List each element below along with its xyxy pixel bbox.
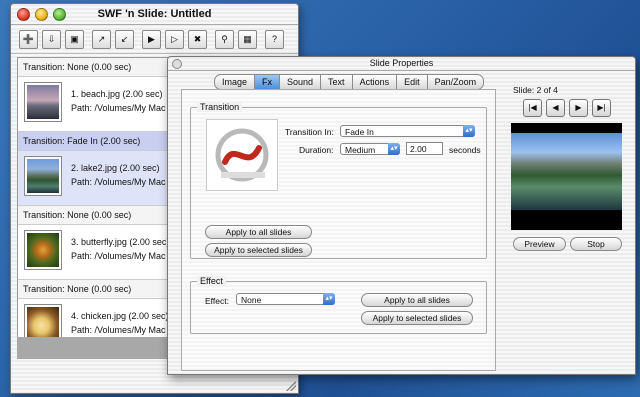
first-slide-icon[interactable]: |◀ bbox=[523, 99, 542, 117]
next-slide-icon[interactable]: ▶ bbox=[569, 99, 588, 117]
effect-popup[interactable]: None ▴▾ bbox=[236, 293, 335, 305]
help-icon[interactable]: ? bbox=[265, 29, 284, 49]
apply-all-transition-button[interactable]: Apply to all slides bbox=[205, 225, 312, 239]
apply-selected-transition-button[interactable]: Apply to selected slides bbox=[205, 243, 312, 257]
seconds-label: seconds bbox=[449, 145, 481, 155]
zoom-in-icon[interactable]: ↗ bbox=[92, 29, 111, 49]
properties-titlebar[interactable]: Slide Properties bbox=[168, 57, 635, 71]
window-title: SWF 'n Slide: Untitled bbox=[97, 8, 212, 20]
new-slide-icon[interactable]: ➕ bbox=[19, 29, 38, 49]
slide-properties-panel: Slide Properties Image Fx Sound Text Act… bbox=[167, 56, 636, 375]
slide-list[interactable]: Transition: None (0.00 sec) 1. beach.jpg… bbox=[17, 57, 169, 359]
slide-path: Path: /Volumes/My Mac bbox=[71, 103, 166, 113]
previous-slide-icon[interactable]: ◀ bbox=[546, 99, 565, 117]
resize-grip-icon[interactable] bbox=[286, 381, 296, 391]
slide-path: Path: /Volumes/My Mac bbox=[71, 177, 166, 187]
tab-text[interactable]: Text bbox=[320, 74, 352, 90]
swoosh-logo-icon bbox=[215, 128, 269, 182]
slide-preview bbox=[511, 123, 622, 230]
fx-tab-pane: Transition Transition In: Fade In ▴▾ Dur… bbox=[181, 89, 496, 371]
tab-pan-zoom[interactable]: Pan/Zoom bbox=[426, 74, 485, 90]
transition-in-label: Transition In: bbox=[285, 127, 334, 137]
transition-row[interactable]: Transition: Fade In (2.00 sec) bbox=[18, 132, 168, 151]
folder-icon[interactable]: ▶ bbox=[142, 29, 161, 49]
duration-label: Duration: bbox=[299, 145, 334, 155]
preview-image bbox=[511, 133, 622, 210]
slide-name: 3. butterfly.jpg (2.00 sec) bbox=[71, 237, 169, 247]
duration-popup[interactable]: Medium ▴▾ bbox=[340, 143, 400, 155]
slide-path: Path: /Volumes/My Mac bbox=[71, 325, 166, 335]
preview-button[interactable]: Preview bbox=[513, 237, 566, 251]
seconds-input[interactable]: 2.00 bbox=[406, 142, 443, 155]
tab-sound[interactable]: Sound bbox=[279, 74, 321, 90]
search-icon[interactable]: ⚲ bbox=[215, 29, 234, 49]
transition-group-label: Transition bbox=[197, 102, 243, 112]
apply-selected-effect-button[interactable]: Apply to selected slides bbox=[361, 311, 473, 325]
effect-value: None bbox=[241, 295, 262, 305]
tab-image[interactable]: Image bbox=[214, 74, 255, 90]
import-icon[interactable]: ⇩ bbox=[42, 29, 61, 49]
toolbar: ➕ ⇩ ▣ ↗ ↙ ▶ ▷ ✖ ⚲ ▦ ? bbox=[11, 25, 298, 54]
export-icon[interactable]: ▦ bbox=[238, 29, 257, 49]
last-slide-icon[interactable]: ▶| bbox=[592, 99, 611, 117]
effect-group: Effect Effect: None ▴▾ Apply to all slid… bbox=[190, 276, 487, 334]
slide-name: 1. beach.jpg (2.00 sec) bbox=[71, 89, 163, 99]
transition-in-popup[interactable]: Fade In ▴▾ bbox=[340, 125, 475, 137]
stop-button[interactable]: Stop bbox=[570, 237, 622, 251]
list-empty-area bbox=[17, 337, 168, 359]
tab-bar: Image Fx Sound Text Actions Edit Pan/Zoo… bbox=[214, 74, 485, 90]
properties-title: Slide Properties bbox=[369, 58, 434, 68]
effect-label: Effect: bbox=[205, 296, 229, 306]
chevron-updown-icon: ▴▾ bbox=[323, 293, 335, 305]
slide-thumbnail bbox=[24, 82, 62, 122]
transition-in-value: Fade In bbox=[345, 127, 374, 137]
slide-name: 2. lake2.jpg (2.00 sec) bbox=[71, 163, 160, 173]
slide-row[interactable]: 1. beach.jpg (2.00 sec) Path: /Volumes/M… bbox=[18, 77, 168, 132]
slide-row[interactable]: 3. butterfly.jpg (2.00 sec) Path: /Volum… bbox=[18, 225, 168, 280]
slide-thumbnail bbox=[24, 156, 62, 196]
trash-icon[interactable]: ✖ bbox=[188, 29, 207, 49]
slide-name: 4. chicken.jpg (2.00 sec) bbox=[71, 311, 169, 321]
transition-group: Transition Transition In: Fade In ▴▾ Dur… bbox=[190, 102, 487, 259]
apply-all-effect-button[interactable]: Apply to all slides bbox=[361, 293, 473, 307]
slide-thumbnail bbox=[24, 230, 62, 270]
transition-preview-image bbox=[206, 119, 278, 191]
main-titlebar[interactable]: SWF 'n Slide: Untitled bbox=[11, 4, 298, 25]
transition-row[interactable]: Transition: None (0.00 sec) bbox=[18, 206, 168, 225]
tab-edit[interactable]: Edit bbox=[396, 74, 427, 90]
transition-row[interactable]: Transition: None (0.00 sec) bbox=[18, 280, 168, 299]
tab-actions[interactable]: Actions bbox=[351, 74, 397, 90]
folder-open-icon[interactable]: ▷ bbox=[165, 29, 184, 49]
transition-row[interactable]: Transition: None (0.00 sec) bbox=[18, 58, 168, 77]
effect-group-label: Effect bbox=[197, 276, 226, 286]
duration-value: Medium bbox=[345, 145, 376, 155]
slide-row[interactable]: 2. lake2.jpg (2.00 sec) Path: /Volumes/M… bbox=[18, 151, 168, 206]
slide-path: Path: /Volumes/My Mac bbox=[71, 251, 166, 261]
slide-counter: Slide: 2 of 4 bbox=[513, 85, 558, 95]
tab-fx[interactable]: Fx bbox=[254, 74, 280, 90]
chevron-updown-icon: ▴▾ bbox=[463, 125, 475, 137]
zoom-out-icon[interactable]: ↙ bbox=[115, 29, 134, 49]
chevron-updown-icon: ▴▾ bbox=[388, 143, 400, 155]
save-icon[interactable]: ▣ bbox=[65, 29, 84, 49]
